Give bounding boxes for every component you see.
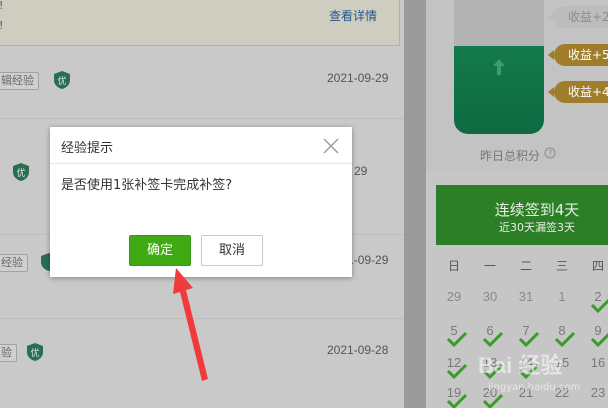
row-tag: 验 (0, 344, 17, 362)
confirm-dialog: 经验提示 是否使用1张补签卡完成补签? 确定 取消 (50, 127, 352, 277)
calendar-day: 30 (482, 289, 498, 304)
signin-streak-title: 连续签到4天 (494, 201, 580, 219)
jar-glass (454, 0, 544, 46)
dialog-header: 经验提示 (50, 127, 352, 164)
checkmark-icon (590, 298, 608, 313)
row-date: 2021-09-29 (327, 71, 389, 85)
notice-line-1: ! (0, 0, 3, 12)
row-divider (0, 118, 404, 119)
column-gap (404, 0, 426, 408)
excellent-badge-icon: 优 (54, 71, 70, 89)
dialog-message: 是否使用1张补签卡完成补签? (61, 178, 233, 193)
excellent-badge-icon: 优 (27, 343, 43, 361)
svg-text:优: 优 (30, 347, 39, 359)
earning-pill: 收益+50 (547, 44, 608, 66)
checkmark-icon (446, 331, 468, 347)
calendar-day: 23 (590, 385, 606, 400)
row-tag: 辑经验 (0, 72, 39, 90)
baidu-watermark: Bai 经验 (478, 353, 563, 378)
checkmark-icon (482, 393, 504, 408)
calendar-day: 29 (446, 289, 462, 304)
earning-pill: 收益+40 (547, 81, 608, 103)
row-date: 29 (354, 164, 368, 178)
calendar-day: 16 (590, 355, 606, 370)
notice-line-2: ! (0, 19, 3, 32)
help-icon[interactable]: ? (544, 147, 556, 159)
weekday-label: 日 (447, 259, 460, 273)
excellent-badge-icon: 优 (13, 163, 29, 181)
notice-box: ! ! 查看详情 (0, 0, 400, 46)
right-sidebar: 收益+2 收益+50 收益+40 昨日总积分 ? 连续签到4天 近30天漏签3天… (426, 0, 608, 408)
close-icon[interactable] (322, 137, 340, 155)
confirm-button[interactable]: 确定 (129, 235, 191, 266)
earning-pill: 收益+2 (548, 6, 608, 28)
checkmark-icon (446, 393, 468, 408)
row-tag: 经验 (0, 254, 28, 272)
svg-text:优: 优 (16, 167, 25, 179)
weekday-label: 二 (519, 259, 532, 273)
dialog-title: 经验提示 (61, 141, 114, 156)
row-date: 2021-09-28 (327, 343, 389, 357)
checkmark-icon (554, 331, 576, 347)
points-jar (454, 46, 544, 134)
signin-missed-subtitle: 近30天漏签3天 (499, 221, 575, 234)
weekday-label: 四 (591, 259, 604, 273)
cancel-button[interactable]: 取消 (201, 235, 263, 266)
calendar-day: 31 (518, 289, 534, 304)
checkmark-icon (446, 363, 468, 379)
checkmark-icon (518, 331, 540, 347)
checkmark-icon (482, 331, 504, 347)
svg-text:?: ? (548, 149, 552, 158)
view-details-link[interactable]: 查看详情 (329, 7, 377, 24)
calendar-day: 1 (558, 289, 566, 304)
signin-header: 连续签到4天 近30天漏签3天 (436, 185, 608, 245)
weekday-label: 一 (483, 259, 496, 273)
svg-text:优: 优 (57, 75, 66, 87)
row-divider (0, 318, 404, 319)
baidu-watermark-url: jingyan.baidu.com (488, 382, 581, 393)
weekday-label: 三 (555, 259, 568, 273)
arrow-up-icon (493, 59, 505, 75)
checkmark-icon (590, 332, 608, 347)
yesterday-points-label: 昨日总积分 (480, 149, 541, 163)
points-panel: 收益+2 收益+50 收益+40 昨日总积分 ? (426, 0, 608, 170)
